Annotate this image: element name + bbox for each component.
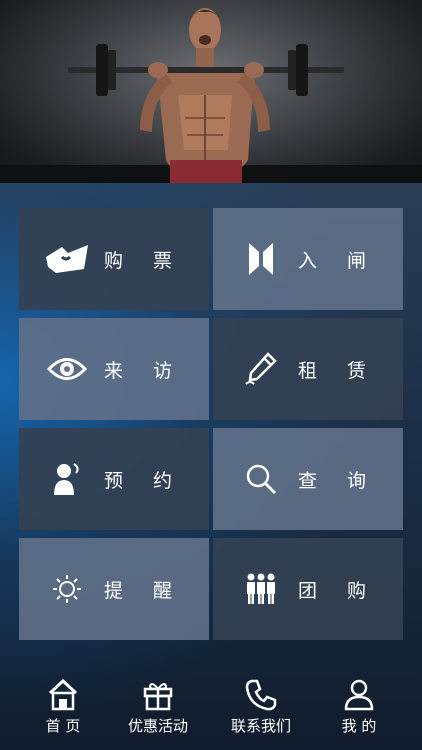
- tile-label: 查 询: [297, 469, 379, 492]
- gate-icon: [238, 239, 284, 279]
- tile-rental[interactable]: 租 赁: [213, 318, 403, 420]
- tile-gate-entry[interactable]: 入 闸: [213, 208, 403, 310]
- group-icon: [238, 569, 284, 609]
- tile-buy-ticket[interactable]: 购 票: [19, 208, 209, 310]
- eye-icon: [44, 349, 90, 389]
- search-icon: [238, 459, 284, 499]
- tile-label: 购 票: [103, 249, 185, 272]
- tile-appointment[interactable]: 预 约: [19, 428, 209, 530]
- tile-label: 团 购: [297, 579, 379, 602]
- tab-home[interactable]: 首 页: [13, 675, 113, 750]
- tab-contact[interactable]: 联系我们: [211, 675, 311, 750]
- tile-group-buy[interactable]: 团 购: [213, 538, 403, 640]
- tile-visit[interactable]: 来 访: [19, 318, 209, 420]
- hero-banner: [0, 0, 422, 183]
- sun-icon: [44, 569, 90, 609]
- tile-label: 预 约: [103, 469, 185, 492]
- tab-promotions[interactable]: 优惠活动: [108, 675, 208, 750]
- bottom-tab-bar: 首 页 优惠活动 联系我们 我 的: [0, 675, 422, 750]
- user-icon: [343, 679, 375, 711]
- weightlifter-image: [0, 8, 422, 183]
- tab-contact-label: 联系我们: [230, 717, 291, 735]
- ticket-icon: [44, 239, 90, 279]
- tab-mine-label: 我 的: [341, 717, 377, 735]
- home-icon: [47, 678, 79, 711]
- user-talk-icon: [44, 459, 90, 499]
- tile-query[interactable]: 查 询: [213, 428, 403, 530]
- tile-label: 提 醒: [103, 579, 185, 602]
- gift-icon: [142, 679, 174, 711]
- tile-label: 入 闸: [297, 249, 379, 272]
- tab-promotions-label: 优惠活动: [127, 717, 188, 735]
- tab-home-label: 首 页: [45, 717, 81, 735]
- pencil-icon: [238, 349, 284, 389]
- tile-label: 租 赁: [297, 359, 379, 382]
- phone-icon: [245, 679, 277, 711]
- tab-mine[interactable]: 我 的: [309, 675, 409, 750]
- tile-reminder[interactable]: 提 醒: [19, 538, 209, 640]
- tile-label: 来 访: [103, 359, 185, 382]
- main-panel: 购 票 入 闸 来 访 租 赁 预 约 查 询 提 醒 团 购: [0, 183, 422, 750]
